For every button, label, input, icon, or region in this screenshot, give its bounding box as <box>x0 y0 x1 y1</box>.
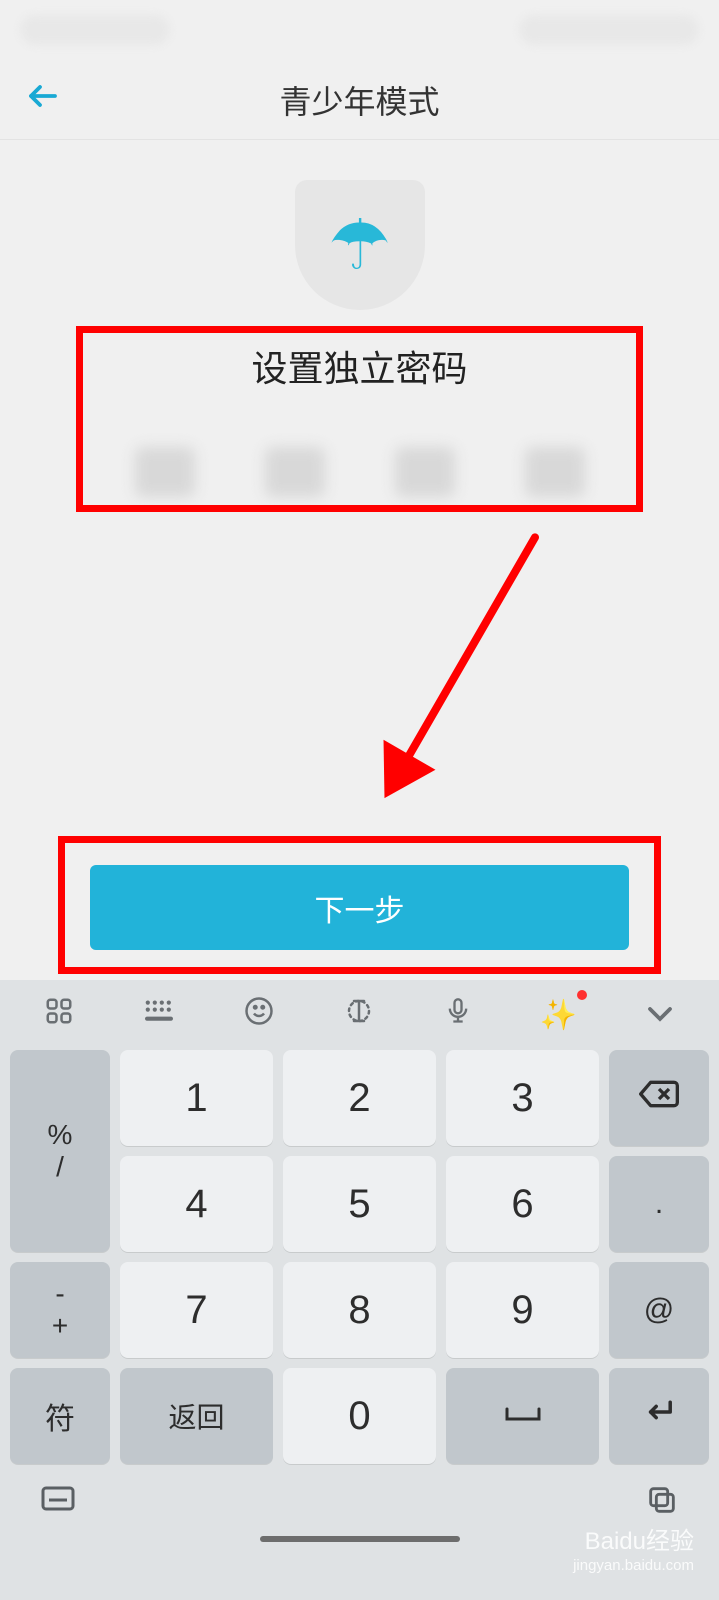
key-at[interactable]: @ <box>609 1262 709 1358</box>
keyboard-switch-icon[interactable] <box>40 1485 76 1524</box>
enter-icon <box>641 1398 677 1434</box>
notification-dot-icon <box>577 990 587 1000</box>
key-dot[interactable]: . <box>609 1156 709 1252</box>
key-1[interactable]: 1 <box>120 1050 273 1146</box>
page-title: 青少年模式 <box>0 77 719 123</box>
keyboard-toolbar: ✨ <box>10 980 709 1050</box>
pin-digit-3[interactable] <box>395 447 455 497</box>
password-prompt: 设置独立密码 <box>0 340 719 392</box>
key-3[interactable]: 3 <box>446 1050 599 1146</box>
content-area: ☂ 设置独立密码 下一步 <box>0 140 719 980</box>
emoji-icon[interactable] <box>238 990 280 1040</box>
key-backspace[interactable] <box>609 1050 709 1146</box>
key-0[interactable]: 0 <box>283 1368 436 1464</box>
key-2[interactable]: 2 <box>283 1050 436 1146</box>
backspace-icon <box>639 1079 679 1117</box>
status-right-blur <box>519 15 699 45</box>
key-space[interactable] <box>446 1368 599 1464</box>
key-7[interactable]: 7 <box>120 1262 273 1358</box>
collapse-icon[interactable] <box>639 992 681 1038</box>
magic-icon[interactable]: ✨ <box>534 992 583 1039</box>
key-9[interactable]: 9 <box>446 1262 599 1358</box>
key-5[interactable]: 5 <box>283 1156 436 1252</box>
pin-digit-2[interactable] <box>265 447 325 497</box>
status-bar <box>0 0 719 60</box>
key-4[interactable]: 4 <box>120 1156 273 1252</box>
watermark: Baidu经验 jingyan.baidu.com <box>573 1528 694 1575</box>
watermark-main: Baidu经验 <box>573 1528 694 1557</box>
status-left-blur <box>20 15 170 45</box>
cursor-icon[interactable] <box>336 990 382 1040</box>
mic-icon[interactable] <box>438 989 478 1041</box>
home-indicator[interactable] <box>260 1536 460 1542</box>
space-icon <box>503 1399 543 1433</box>
back-arrow-icon[interactable] <box>25 78 61 122</box>
pin-input-row[interactable] <box>0 447 719 497</box>
key-back[interactable]: 返回 <box>120 1368 273 1464</box>
keyboard: ✨ %/123/456.-+789@符返回0 .kb-grid > :nth-c… <box>0 980 719 1600</box>
keyboard-layout-icon[interactable] <box>136 991 182 1039</box>
key-6[interactable]: 6 <box>446 1156 599 1252</box>
key-pct-slash[interactable]: %/ <box>10 1050 110 1252</box>
pin-digit-1[interactable] <box>135 447 195 497</box>
pin-digit-4[interactable] <box>525 447 585 497</box>
nav-bar: 青少年模式 <box>0 60 719 140</box>
key-enter[interactable] <box>609 1368 709 1464</box>
next-button[interactable]: 下一步 <box>90 865 629 950</box>
key-minus-plus[interactable]: -+ <box>10 1262 110 1358</box>
watermark-sub: jingyan.baidu.com <box>573 1557 694 1575</box>
key-8[interactable]: 8 <box>283 1262 436 1358</box>
umbrella-icon: ☂ <box>328 204 391 286</box>
copy-icon[interactable] <box>645 1483 679 1526</box>
shield-badge: ☂ <box>295 180 425 310</box>
apps-icon[interactable] <box>38 990 80 1040</box>
